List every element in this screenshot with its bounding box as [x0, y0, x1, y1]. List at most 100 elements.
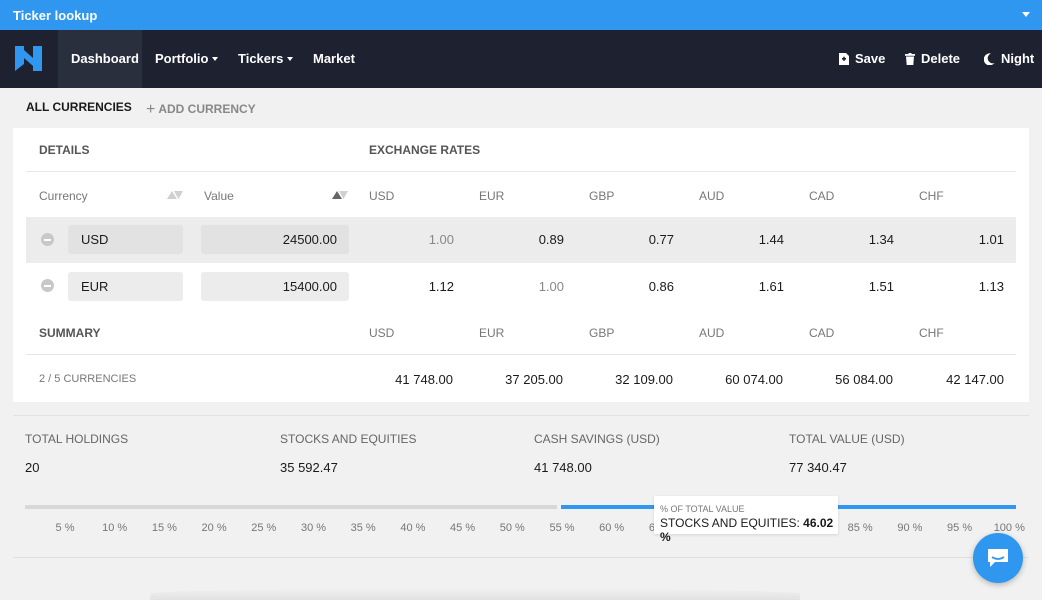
tooltip-label: STOCKS AND EQUITIES: [660, 516, 800, 530]
tab-all-currencies[interactable]: ALL CURRENCIES [26, 100, 132, 114]
remove-row-icon[interactable] [41, 279, 54, 292]
rate-header-cad: CAD [809, 189, 834, 203]
value-text: 24500.00 [283, 232, 337, 247]
total-value-label: TOTAL VALUE (USD) [789, 432, 905, 446]
column-header-value[interactable]: Value [204, 189, 234, 203]
progress-tick-label: 35 % [343, 522, 383, 534]
top-navbar: Dashboard Portfolio Tickers Market Save … [0, 30, 1042, 88]
plus-icon: + [146, 101, 155, 118]
rate-header-chf: CHF [919, 189, 944, 203]
nav-market[interactable]: Market [300, 30, 368, 88]
progress-tick-label: 5 % [45, 522, 85, 534]
table-row: USD 24500.00 1.00 0.89 0.77 1.44 1.34 1.… [26, 217, 1016, 263]
progress-tick-label: 95 % [940, 522, 980, 534]
progress-tick-label: 85 % [840, 522, 880, 534]
rate-header-eur: EUR [479, 189, 504, 203]
value-text: 15400.00 [283, 279, 337, 294]
nav-portfolio[interactable]: Portfolio [142, 30, 231, 88]
total-holdings-value: 20 [25, 460, 39, 475]
total-holdings-label: TOTAL HOLDINGS [25, 432, 128, 446]
rate-cell: 1.34 [814, 232, 894, 247]
save-icon [839, 53, 849, 65]
value-input[interactable]: 24500.00 [201, 225, 349, 254]
divider [26, 354, 1016, 355]
progress-tick-label: 90 % [890, 522, 930, 534]
rate-cell: 1.00 [484, 279, 564, 294]
currency-field[interactable]: USD [68, 225, 183, 254]
remove-row-icon[interactable] [41, 233, 54, 246]
currency-value: USD [81, 232, 108, 247]
progress-tick-label: 15 % [144, 522, 184, 534]
rate-header-aud: AUD [699, 189, 724, 203]
rate-cell: 0.86 [594, 279, 674, 294]
rate-cell: 0.89 [484, 232, 564, 247]
app-logo-icon[interactable] [15, 44, 42, 73]
stocks-equities-value: 35 592.47 [280, 460, 338, 475]
nav-market-label: Market [313, 51, 355, 66]
chat-bubble-icon [986, 547, 1010, 569]
add-currency-button[interactable]: +ADD CURRENCY [146, 100, 256, 118]
currency-tabs: ALL CURRENCIES +ADD CURRENCY [0, 88, 1042, 128]
summary-header-usd: USD [369, 326, 394, 340]
progress-tick-label: 45 % [443, 522, 483, 534]
progress-tick-label: 10 % [95, 522, 135, 534]
value-input[interactable]: 15400.00 [201, 272, 349, 301]
rate-cell: 1.51 [814, 279, 894, 294]
summary-value: 37 205.00 [483, 372, 563, 387]
nav-dashboard[interactable]: Dashboard [58, 30, 142, 88]
summary-heading: SUMMARY [39, 326, 101, 340]
night-mode-toggle[interactable]: Night [984, 30, 1034, 88]
stocks-progress-segment[interactable] [25, 505, 557, 509]
tooltip-key: % OF TOTAL VALUE [660, 504, 745, 514]
nav-portfolio-label: Portfolio [155, 51, 208, 66]
chat-button[interactable] [973, 533, 1023, 583]
rate-cell: 1.00 [374, 232, 454, 247]
rate-cell: 1.01 [924, 232, 1004, 247]
delete-button[interactable]: Delete [905, 30, 960, 88]
rate-cell: 1.44 [704, 232, 784, 247]
summary-count: 2 / 5 CURRENCIES [39, 373, 136, 385]
rate-header-usd: USD [369, 189, 394, 203]
divider [13, 557, 1029, 558]
progress-tick-label: 60 % [592, 522, 632, 534]
total-value-value: 77 340.47 [789, 460, 847, 475]
summary-value: 56 084.00 [813, 372, 893, 387]
summary-header-eur: EUR [479, 326, 504, 340]
moon-icon [984, 53, 995, 65]
progress-tick-label: 50 % [492, 522, 532, 534]
cash-savings-value: 41 748.00 [534, 460, 592, 475]
progress-tick-label: 30 % [294, 522, 334, 534]
stocks-equities-label: STOCKS AND EQUITIES [280, 432, 416, 446]
table-row: EUR 15400.00 1.12 1.00 0.86 1.61 1.51 1.… [26, 264, 1016, 310]
details-heading: DETAILS [39, 143, 89, 157]
save-button[interactable]: Save [839, 30, 885, 88]
add-currency-label: ADD CURRENCY [158, 102, 255, 116]
currency-value: EUR [81, 279, 108, 294]
nav-tickers[interactable]: Tickers [225, 30, 306, 88]
summary-header-chf: CHF [919, 326, 944, 340]
progress-tick-label: 55 % [542, 522, 582, 534]
exchange-rates-heading: EXCHANGE RATES [369, 143, 480, 157]
column-header-currency[interactable]: Currency [39, 189, 88, 203]
tooltip-value: STOCKS AND EQUITIES: 46.02 % [660, 516, 838, 544]
window-titlebar: Ticker lookup [0, 0, 1042, 30]
currency-field[interactable]: EUR [68, 272, 183, 301]
progress-tick-label: 40 % [393, 522, 433, 534]
summary-value: 42 147.00 [924, 372, 1004, 387]
progress-tick-label: 25 % [244, 522, 284, 534]
nav-dashboard-label: Dashboard [71, 51, 139, 66]
trash-icon [905, 53, 915, 65]
rate-cell: 1.13 [924, 279, 1004, 294]
rate-cell: 1.12 [374, 279, 454, 294]
window-menu-chevron-icon[interactable] [1022, 12, 1030, 17]
cash-savings-label: CASH SAVINGS (USD) [534, 432, 660, 446]
caret-down-icon [287, 57, 293, 61]
sort-icon[interactable] [167, 189, 183, 199]
summary-value: 41 748.00 [373, 372, 453, 387]
progress-tick-label: 20 % [194, 522, 234, 534]
currency-card: DETAILS EXCHANGE RATES Currency Value US… [13, 128, 1029, 402]
caret-down-icon [212, 57, 218, 61]
delete-label: Delete [921, 51, 960, 66]
sort-icon[interactable] [332, 189, 348, 199]
page-shadow [150, 588, 800, 600]
